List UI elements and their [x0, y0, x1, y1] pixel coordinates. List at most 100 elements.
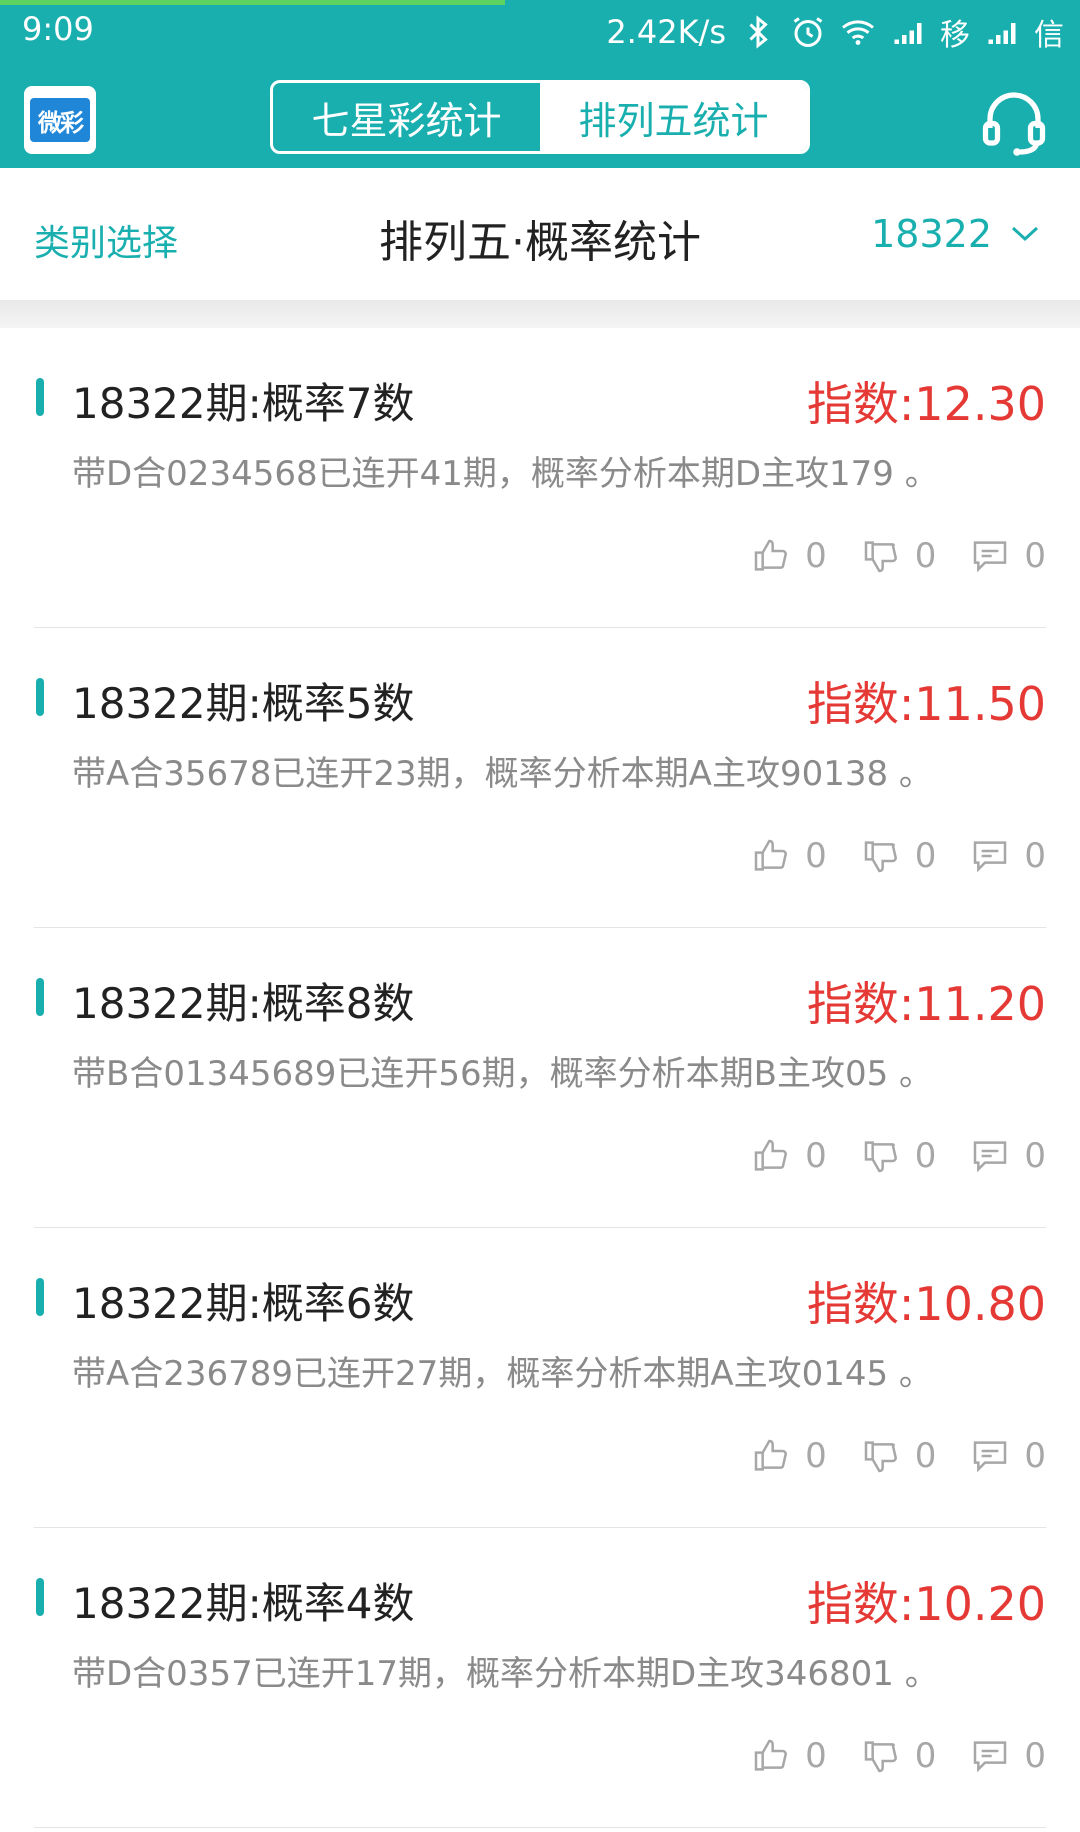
tab-qixingcai[interactable]: 七星彩统计 [273, 83, 540, 151]
like-count: 0 [805, 1436, 827, 1476]
item-title: 18322期:概率8数 [72, 979, 415, 1028]
item-description: 带B合01345689已连开56期，概率分析本期B主攻05 。 [72, 1054, 934, 1094]
wifi-icon [842, 20, 874, 45]
period-select-dropdown[interactable]: 18322 [871, 212, 1040, 256]
item-accent-bar [36, 1578, 44, 1616]
thumbs-up-icon [754, 1739, 788, 1771]
item-index: 指数:10.80 [806, 1277, 1046, 1331]
item-description: 带A合236789已连开27期，概率分析本期A主攻0145 。 [72, 1354, 933, 1394]
dislike-button[interactable]: 0 [861, 536, 937, 576]
page-load-progress [0, 0, 505, 5]
item-index: 指数:12.30 [806, 377, 1046, 431]
like-button[interactable]: 0 [751, 1436, 827, 1476]
dislike-button[interactable]: 0 [861, 1736, 937, 1776]
comment-count: 0 [1024, 536, 1046, 576]
like-button[interactable]: 0 [751, 536, 827, 576]
dislike-button[interactable]: 0 [861, 1436, 937, 1476]
app-header: 微彩 七星彩统计 排列五统计 [0, 64, 1080, 168]
sub-header: 类别选择 排列五·概率统计 18322 [0, 168, 1080, 300]
item-actions: 0 0 0 [751, 536, 1046, 576]
item-actions: 0 0 0 [751, 1736, 1046, 1776]
carrier-label-2: 信 [1034, 18, 1064, 53]
dislike-count: 0 [914, 536, 937, 576]
item-accent-bar [36, 678, 44, 716]
comment-icon [974, 1441, 1007, 1473]
comment-icon [974, 541, 1007, 573]
like-button[interactable]: 0 [751, 1136, 827, 1176]
like-count: 0 [805, 836, 827, 876]
thumbs-down-icon [864, 1141, 897, 1173]
list-item[interactable]: 18322期:概率4数 指数:10.20 带D合0357已连开17期，概率分析本… [34, 1528, 1046, 1828]
carrier-label-1: 移 [940, 18, 970, 53]
item-title: 18322期:概率7数 [72, 379, 415, 428]
headset-icon[interactable] [978, 86, 1050, 158]
dislike-count: 0 [914, 1436, 937, 1476]
signal-icon-2 [988, 23, 1016, 44]
like-count: 0 [805, 1136, 827, 1176]
item-description: 带D合0234568已连开41期，概率分析本期D主攻179 。 [72, 454, 939, 494]
thumbs-up-icon [754, 1139, 788, 1171]
probability-list: 18322期:概率7数 指数:12.30 带D合0234568已连开41期，概率… [0, 328, 1080, 1828]
item-actions: 0 0 0 [751, 1136, 1046, 1176]
item-index: 指数:11.20 [806, 977, 1046, 1031]
list-item[interactable]: 18322期:概率6数 指数:10.80 带A合236789已连开27期，概率分… [34, 1228, 1046, 1528]
comment-count: 0 [1024, 1436, 1046, 1476]
dislike-count: 0 [914, 1736, 937, 1776]
item-description: 带D合0357已连开17期，概率分析本期D主攻346801 。 [72, 1654, 939, 1694]
comment-count: 0 [1024, 836, 1046, 876]
comment-icon [974, 1741, 1007, 1773]
app-logo-text: 微彩 [30, 98, 90, 142]
item-accent-bar [36, 978, 44, 1016]
comment-button[interactable]: 0 [970, 836, 1046, 876]
section-divider [0, 300, 1080, 328]
dislike-button[interactable]: 0 [861, 836, 937, 876]
list-item[interactable]: 18322期:概率5数 指数:11.50 带A合35678已连开23期，概率分析… [34, 628, 1046, 928]
item-index: 指数:10.20 [806, 1577, 1046, 1631]
comment-count: 0 [1024, 1136, 1046, 1176]
comment-button[interactable]: 0 [970, 536, 1046, 576]
comment-button[interactable]: 0 [970, 1436, 1046, 1476]
comment-icon [974, 841, 1007, 873]
item-actions: 0 0 0 [751, 836, 1046, 876]
thumbs-down-icon [864, 1741, 897, 1773]
thumbs-up-icon [754, 1439, 788, 1471]
thumbs-up-icon [754, 539, 788, 571]
like-count: 0 [805, 1736, 827, 1776]
status-time: 9:09 [22, 10, 94, 48]
bluetooth-icon [749, 15, 768, 49]
chevron-down-icon [1011, 226, 1039, 242]
comment-button[interactable]: 0 [970, 1736, 1046, 1776]
item-accent-bar [36, 378, 44, 416]
list-item[interactable]: 18322期:概率8数 指数:11.20 带B合01345689已连开56期，概… [34, 928, 1046, 1228]
list-item[interactable]: 18322期:概率7数 指数:12.30 带D合0234568已连开41期，概率… [34, 328, 1046, 628]
thumbs-up-icon [754, 839, 788, 871]
app-logo[interactable]: 微彩 [24, 86, 96, 154]
thumbs-down-icon [864, 1441, 897, 1473]
comment-count: 0 [1024, 1736, 1046, 1776]
like-button[interactable]: 0 [751, 1736, 827, 1776]
thumbs-down-icon [864, 841, 897, 873]
dislike-count: 0 [914, 836, 937, 876]
item-description: 带A合35678已连开23期，概率分析本期A主攻90138 。 [72, 754, 933, 794]
item-accent-bar [36, 1278, 44, 1316]
network-speed: 2.42K/s [606, 13, 726, 51]
signal-icon-1 [894, 23, 922, 44]
comment-button[interactable]: 0 [970, 1136, 1046, 1176]
like-button[interactable]: 0 [751, 836, 827, 876]
period-value: 18322 [871, 212, 992, 256]
like-count: 0 [805, 536, 827, 576]
thumbs-down-icon [864, 541, 897, 573]
item-title: 18322期:概率5数 [72, 679, 415, 728]
alarm-icon [793, 17, 823, 47]
item-index: 指数:11.50 [806, 677, 1046, 731]
comment-icon [974, 1141, 1007, 1173]
dislike-count: 0 [914, 1136, 937, 1176]
status-icons: 2.42K/s 移 信 [606, 10, 1064, 54]
status-bar: 9:09 2.42K/s 移 信 [0, 0, 1080, 64]
item-title: 18322期:概率4数 [72, 1579, 415, 1628]
tab-pailiewu[interactable]: 排列五统计 [540, 83, 807, 151]
item-actions: 0 0 0 [751, 1436, 1046, 1476]
dislike-button[interactable]: 0 [861, 1136, 937, 1176]
item-title: 18322期:概率6数 [72, 1279, 415, 1328]
stats-tab-switcher: 七星彩统计 排列五统计 [270, 80, 810, 154]
